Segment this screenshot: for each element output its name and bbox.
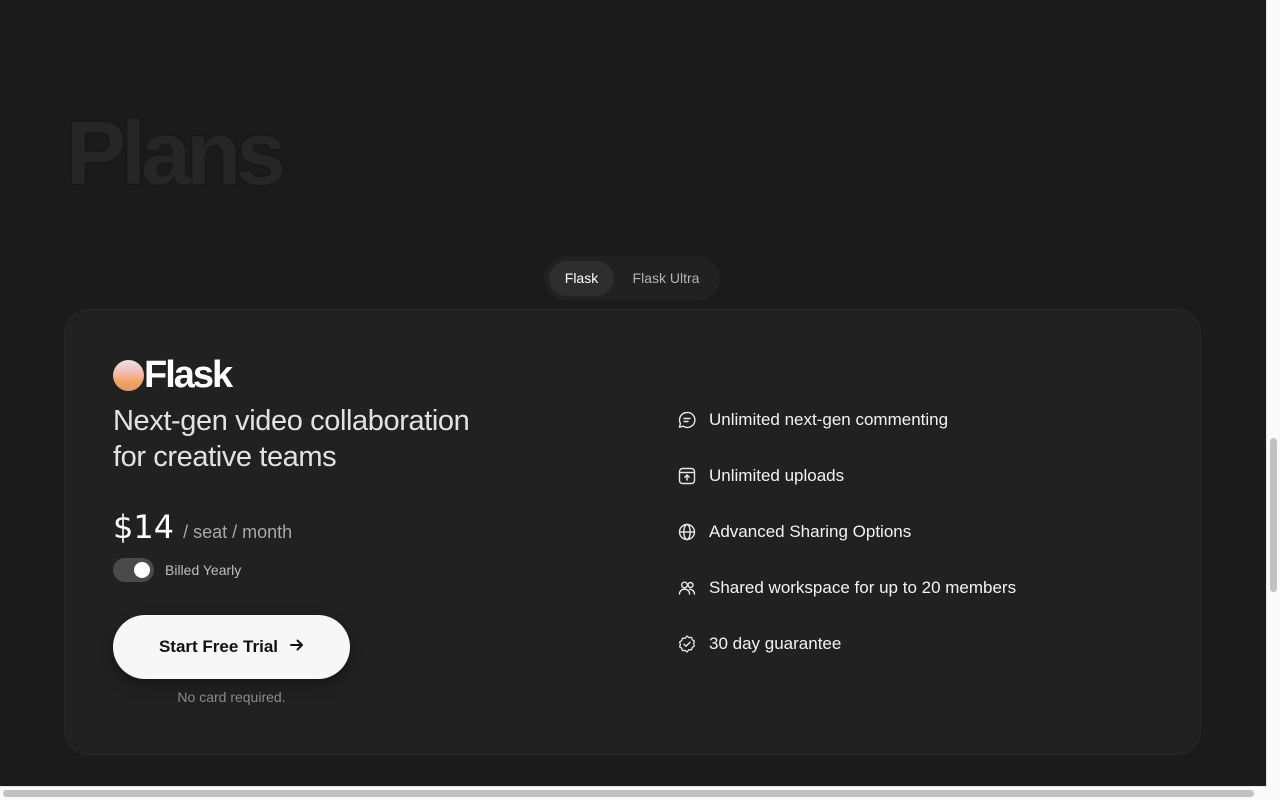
arrow-right-icon <box>290 637 304 657</box>
vertical-scrollbar[interactable] <box>1266 0 1280 786</box>
billing-row: Billed Yearly <box>113 558 241 582</box>
badge-check-icon <box>678 635 696 653</box>
start-free-trial-button[interactable]: Start Free Trial <box>113 615 350 679</box>
plan-tagline: Next-gen video collaboration for creativ… <box>113 403 533 475</box>
globe-icon <box>678 523 696 541</box>
cta-note: No card required. <box>177 689 286 705</box>
billing-yearly-toggle[interactable] <box>113 558 154 582</box>
price-amount: $14 <box>113 508 175 546</box>
brand-orb-icon <box>113 359 144 391</box>
feature-item: 30 day guarantee <box>677 632 1016 656</box>
feature-item: Unlimited next-gen commenting <box>677 408 1016 432</box>
tab-flask-ultra[interactable]: Flask Ultra <box>618 261 714 296</box>
feature-item: Unlimited uploads <box>677 464 1016 488</box>
upload-icon <box>678 467 696 485</box>
brand-name: Flask <box>144 354 233 396</box>
feature-label: Shared workspace for up to 20 members <box>709 578 1017 597</box>
scrollbar-corner <box>1266 786 1280 800</box>
page-viewport: Plans Flask Flask Ultra Flask Next-gen v… <box>0 0 1266 786</box>
page-title: Plans <box>66 104 286 204</box>
plan-switch: Flask Flask Ultra <box>544 256 720 301</box>
horizontal-scrollbar-thumb[interactable] <box>3 790 1254 797</box>
feature-item: Shared workspace for up to 20 members <box>677 576 1016 600</box>
comment-icon <box>678 411 696 429</box>
feature-item: Advanced Sharing Options <box>677 520 1016 544</box>
price-row: $14 / seat / month <box>113 508 292 546</box>
toggle-knob <box>134 562 150 578</box>
billing-label: Billed Yearly <box>165 562 242 578</box>
vertical-scrollbar-thumb[interactable] <box>1270 438 1277 592</box>
horizontal-scrollbar[interactable] <box>0 786 1266 800</box>
tab-flask[interactable]: Flask <box>549 261 614 296</box>
feature-list: Unlimited next-gen commenting Unlimited … <box>677 408 1016 688</box>
feature-label: Unlimited uploads <box>709 466 845 485</box>
feature-label: 30 day guarantee <box>709 634 842 653</box>
tagline-line-2: for creative teams <box>113 441 337 473</box>
plan-card: Flask Next-gen video collaboration for c… <box>64 309 1201 755</box>
cta-label: Start Free Trial <box>158 637 279 656</box>
feature-label: Unlimited next-gen commenting <box>709 410 949 429</box>
users-icon <box>678 581 696 595</box>
price-unit: / seat / month <box>183 522 293 542</box>
brand-logo: Flask <box>113 354 233 396</box>
feature-label: Advanced Sharing Options <box>709 522 912 541</box>
tagline-line-1: Next-gen video collaboration <box>113 405 470 437</box>
